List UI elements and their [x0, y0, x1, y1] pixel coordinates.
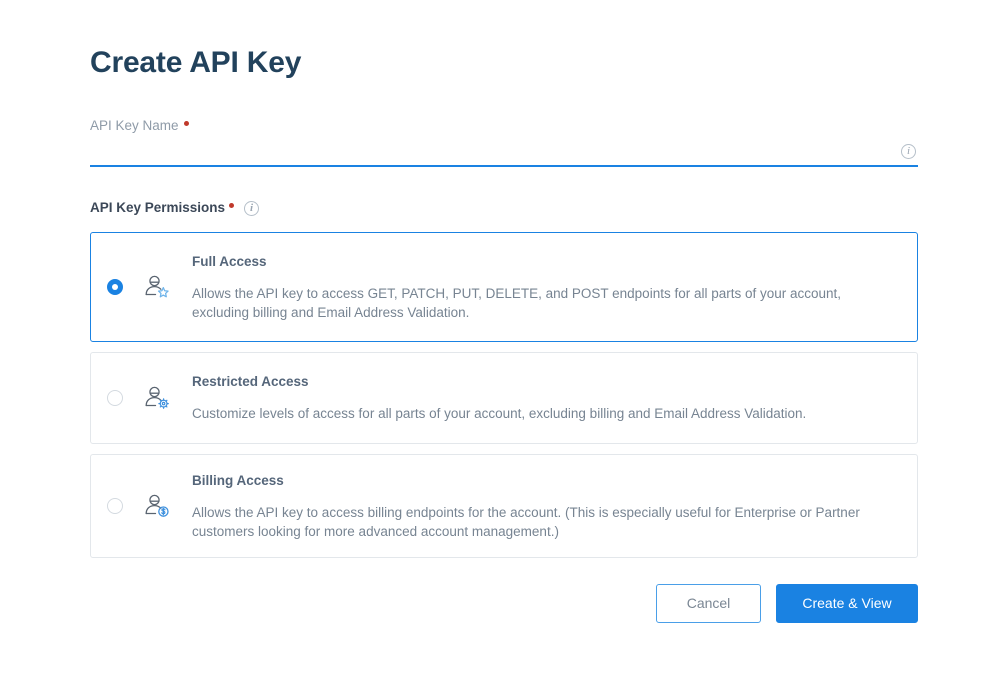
api-key-permissions-label: API Key Permissions i	[90, 200, 918, 216]
create-and-view-button[interactable]: Create & View	[776, 584, 918, 623]
user-billing-icon	[142, 491, 172, 521]
permission-options-list: Full Access Allows the API key to access…	[90, 232, 918, 558]
permission-option-restricted-access[interactable]: Restricted Access Customize levels of ac…	[90, 352, 918, 444]
required-indicator	[229, 202, 235, 208]
permission-option-body: Restricted Access Customize levels of ac…	[192, 373, 899, 423]
api-key-name-input[interactable]	[90, 145, 918, 165]
info-circle-icon[interactable]: i	[244, 200, 260, 216]
permission-option-body: Full Access Allows the API key to access…	[192, 253, 899, 322]
permission-option-full-access[interactable]: Full Access Allows the API key to access…	[90, 232, 918, 342]
permission-option-billing-access[interactable]: Billing Access Allows the API key to acc…	[90, 454, 918, 558]
api-key-name-input-wrap[interactable]: i	[90, 143, 918, 167]
permission-option-description: Customize levels of access for all parts…	[192, 406, 807, 421]
api-key-name-label: API Key Name	[90, 118, 918, 134]
radio-restricted-access[interactable]	[107, 390, 123, 406]
user-star-icon	[142, 272, 172, 302]
user-gear-icon	[142, 383, 172, 413]
permission-option-description: Allows the API key to access GET, PATCH,…	[192, 285, 842, 320]
required-indicator	[183, 120, 189, 126]
create-api-key-page: Create API Key API Key Name i API Key Pe…	[0, 0, 1004, 700]
api-key-name-label-text: API Key Name	[90, 118, 179, 133]
permission-option-body: Billing Access Allows the API key to acc…	[192, 472, 899, 541]
permission-option-title: Full Access	[192, 253, 267, 269]
permission-option-title: Billing Access	[192, 472, 284, 488]
api-key-name-field-block: API Key Name i	[90, 118, 918, 167]
permission-option-title: Restricted Access	[192, 374, 309, 389]
form-container: Create API Key API Key Name i API Key Pe…	[90, 0, 918, 623]
form-actions: Cancel Create & View	[90, 584, 918, 623]
info-circle-icon[interactable]: i	[901, 144, 916, 160]
permission-option-description: Allows the API key to access billing end…	[192, 504, 860, 539]
radio-billing-access[interactable]	[107, 498, 123, 514]
api-key-permissions-label-text: API Key Permissions	[90, 200, 226, 215]
radio-full-access[interactable]	[107, 279, 123, 295]
api-key-name-info-wrap[interactable]: i	[901, 143, 916, 161]
page-title: Create API Key	[90, 46, 302, 79]
cancel-button[interactable]: Cancel	[656, 584, 761, 623]
